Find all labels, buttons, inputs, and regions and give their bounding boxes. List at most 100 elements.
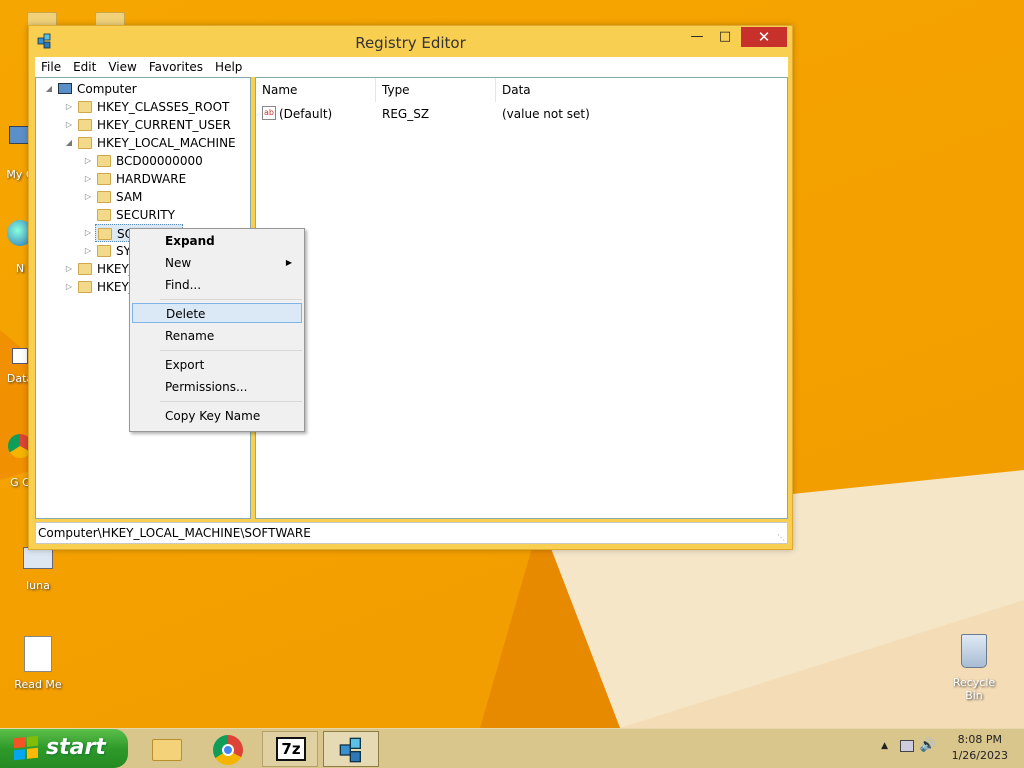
- menu-view[interactable]: View: [102, 57, 142, 77]
- column-header-name[interactable]: Name: [256, 78, 376, 102]
- value-name: (Default): [279, 107, 333, 121]
- desktop-icon-label: N: [15, 262, 25, 275]
- folder-icon: [78, 119, 92, 131]
- menu-item-label: New: [165, 256, 192, 270]
- menu-item-copy-key-name[interactable]: Copy Key Name: [132, 406, 302, 426]
- desktop-icon-recycle-bin[interactable]: Recycle Bin: [946, 632, 1002, 702]
- tree-node-hkey-current-user[interactable]: HKEY_CURRENT_USER: [78, 116, 231, 134]
- display-icon: [20, 547, 56, 577]
- computer-icon: [58, 83, 72, 94]
- menu-separator: [160, 350, 302, 351]
- network-icon[interactable]: [900, 740, 914, 752]
- menu-bar: File Edit View Favorites Help: [35, 57, 788, 77]
- folder-icon: [98, 228, 112, 240]
- recycle-bin-icon: [956, 634, 992, 674]
- folder-icon: [78, 101, 92, 113]
- value-type: REG_SZ: [382, 107, 430, 121]
- folder-icon: [97, 191, 111, 203]
- tree-node-sam[interactable]: SAM: [97, 188, 142, 206]
- expand-arrow-icon[interactable]: ▷: [64, 282, 74, 291]
- window-title: Registry Editor: [355, 34, 466, 52]
- expand-arrow-icon[interactable]: ▷: [83, 192, 93, 201]
- menu-edit[interactable]: Edit: [67, 57, 102, 77]
- chrome-icon: [213, 735, 243, 765]
- tree-node-hkey-classes-root[interactable]: HKEY_CLASSES_ROOT: [78, 98, 229, 116]
- menu-item-export[interactable]: Export: [132, 355, 302, 375]
- folder-icon: [78, 263, 92, 275]
- taskbar-chrome[interactable]: [200, 731, 256, 767]
- file-explorer-icon: [152, 739, 182, 761]
- column-header-type[interactable]: Type: [376, 78, 496, 102]
- status-bar: Computer\HKEY_LOCAL_MACHINE\SOFTWARE: [35, 522, 788, 544]
- menu-favorites[interactable]: Favorites: [143, 57, 209, 77]
- expand-arrow-icon[interactable]: ▷: [64, 120, 74, 129]
- windows-logo-icon: [14, 735, 38, 761]
- sevenzip-icon: 7z: [276, 737, 306, 761]
- tree-node-label: HKEY_LOCAL_MACHINE: [97, 136, 236, 150]
- expand-arrow-icon[interactable]: ▷: [83, 174, 93, 183]
- expand-arrow-icon[interactable]: ▷: [64, 264, 74, 273]
- desktop-icon-read-me[interactable]: Read Me: [10, 636, 66, 691]
- tree-node-hardware[interactable]: HARDWARE: [97, 170, 186, 188]
- folder-icon: [97, 155, 111, 167]
- tree-node-security[interactable]: SECURITY: [97, 206, 175, 224]
- menu-help[interactable]: Help: [209, 57, 248, 77]
- string-value-icon: ab: [262, 106, 276, 120]
- tree-node-bcd[interactable]: BCD00000000: [97, 152, 203, 170]
- desktop-icon-label: G C: [10, 476, 30, 489]
- expand-arrow-icon[interactable]: ▷: [83, 156, 93, 165]
- expand-arrow-icon[interactable]: ▷: [64, 102, 74, 111]
- menu-item-rename[interactable]: Rename: [132, 326, 302, 346]
- menu-item-delete[interactable]: Delete: [132, 303, 302, 323]
- tree-node-computer[interactable]: Computer: [58, 80, 137, 98]
- tree-node-label: Computer: [77, 82, 137, 96]
- expand-arrow-icon[interactable]: ▷: [83, 246, 93, 255]
- collapse-arrow-icon[interactable]: ◢: [44, 84, 54, 93]
- tree-node-label: HARDWARE: [116, 172, 187, 186]
- folder-icon: [97, 245, 111, 257]
- tree-node-label: BCD00000000: [116, 154, 203, 168]
- expand-arrow-icon[interactable]: ▷: [83, 228, 93, 237]
- menu-item-permissions[interactable]: Permissions...: [132, 377, 302, 397]
- tree-node-hkey-current-config[interactable]: HKEY_: [78, 278, 135, 296]
- submenu-arrow-icon: ▶: [285, 258, 292, 267]
- value-data: (value not set): [502, 107, 590, 121]
- volume-icon[interactable]: 🔊: [920, 738, 936, 753]
- menu-item-expand[interactable]: Expand: [132, 231, 302, 251]
- folder-icon: [78, 281, 92, 293]
- desktop-icon-luna[interactable]: luna: [10, 545, 66, 592]
- collapse-arrow-icon[interactable]: ◢: [64, 138, 74, 147]
- tree-node-hkey-users[interactable]: HKEY_: [78, 260, 135, 278]
- desktop-icon-label: Read Me: [14, 678, 62, 691]
- taskbar-file-explorer[interactable]: [140, 731, 196, 767]
- tree-node-hkey-local-machine[interactable]: HKEY_LOCAL_MACHINE: [78, 134, 236, 152]
- folder-open-icon: [78, 137, 92, 149]
- resize-grip-icon[interactable]: ⋱: [777, 533, 785, 542]
- clock-time[interactable]: 8:08 PM: [958, 733, 1002, 746]
- clock-date[interactable]: 1/26/2023: [952, 749, 1008, 762]
- taskbar-registry-editor[interactable]: [323, 731, 379, 767]
- title-bar[interactable]: Registry Editor — □ ✕: [29, 26, 792, 58]
- tree-node-label: SAM: [116, 190, 143, 204]
- taskbar-7zip[interactable]: 7z: [262, 731, 318, 767]
- tree-node-system[interactable]: SY: [97, 242, 131, 260]
- tree-node-label: HKEY_CURRENT_USER: [97, 118, 231, 132]
- maximize-button[interactable]: □: [712, 27, 738, 47]
- registry-app-icon: [339, 737, 361, 763]
- close-button[interactable]: ✕: [741, 27, 787, 47]
- desktop-icon-label: luna: [26, 579, 50, 592]
- menu-item-new[interactable]: New ▶: [132, 253, 302, 273]
- menu-item-find[interactable]: Find...: [132, 275, 302, 295]
- column-header-data[interactable]: Data: [496, 78, 786, 102]
- desktop-icon-label: Recycle Bin: [952, 676, 996, 702]
- registry-values-pane[interactable]: Name Type Data ab (Default) REG_SZ (valu…: [255, 77, 788, 519]
- menu-separator: [160, 299, 302, 300]
- table-row[interactable]: ab (Default) REG_SZ (value not set): [256, 104, 786, 124]
- minimize-button[interactable]: —: [684, 27, 710, 47]
- start-button[interactable]: start: [0, 729, 128, 768]
- menu-file[interactable]: File: [35, 57, 67, 77]
- folder-icon: [97, 209, 111, 221]
- start-label: start: [46, 735, 106, 760]
- show-hidden-icons-icon[interactable]: ▲: [881, 741, 888, 751]
- tree-node-label: HKEY_CLASSES_ROOT: [97, 100, 230, 114]
